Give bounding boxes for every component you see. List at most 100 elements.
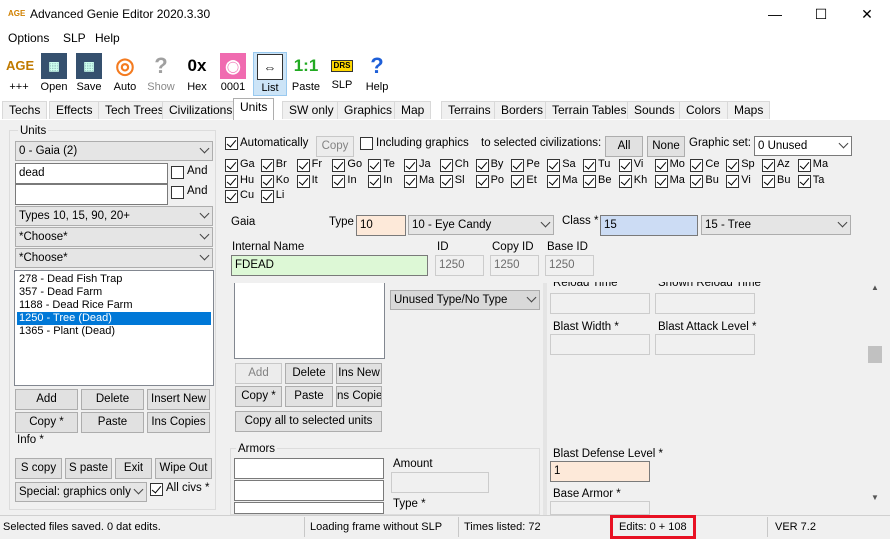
toolbar-0001-button[interactable]: ◉ 0001 — [216, 52, 250, 96]
civ-checkbox[interactable] — [618, 159, 632, 172]
civ-checkbox[interactable] — [726, 159, 740, 172]
mid-paste-button[interactable]: Paste — [285, 386, 333, 407]
blast-defense-level-field[interactable]: 1 — [550, 461, 650, 482]
list-item[interactable]: 1365 - Plant (Dead) — [17, 325, 115, 338]
tab-sw-only[interactable]: SW only — [282, 101, 341, 119]
civ-checkbox[interactable] — [332, 159, 346, 172]
tab-terrain-tables[interactable]: Terrain Tables — [545, 101, 634, 119]
civ-checkbox[interactable] — [654, 174, 668, 188]
tab-techs[interactable]: Techs — [2, 101, 48, 119]
tab-maps[interactable]: Maps — [727, 101, 771, 119]
menu-options[interactable]: Options — [8, 31, 49, 45]
unused-type-select[interactable]: Unused Type/No Type — [390, 290, 540, 310]
all-button[interactable]: All — [605, 136, 643, 157]
tab-effects[interactable]: Effects — [49, 101, 100, 119]
civ-copy-button[interactable]: Copy — [316, 136, 354, 157]
close-button[interactable]: ✕ — [844, 0, 890, 28]
list-item[interactable]: 357 - Dead Farm — [17, 286, 102, 299]
civ-checkbox[interactable] — [583, 174, 596, 188]
units-list[interactable]: 278 - Dead Fish Trap 357 - Dead Farm 118… — [14, 270, 214, 386]
civ-checkbox[interactable] — [547, 159, 561, 172]
ins-copies-button[interactable]: Ins Copies — [147, 412, 210, 433]
civ-checkbox[interactable] — [225, 159, 238, 172]
menu-help[interactable]: Help — [95, 31, 120, 45]
including-graphics-checkbox[interactable] — [360, 137, 373, 150]
scroll-up-icon[interactable]: ▲ — [868, 283, 882, 297]
civ-checkbox[interactable] — [260, 190, 274, 203]
civ-checkbox[interactable] — [368, 174, 382, 188]
list-item[interactable]: 1188 - Dead Rice Farm — [17, 299, 133, 312]
civ-checkbox[interactable] — [762, 159, 775, 172]
s-paste-button[interactable]: S paste — [65, 458, 112, 479]
search-input[interactable]: dead — [15, 163, 168, 184]
automatically-checkbox[interactable] — [225, 137, 238, 150]
mid-delete-button[interactable]: Delete — [285, 363, 333, 384]
list-item[interactable]: 278 - Dead Fish Trap — [17, 273, 122, 286]
paste-button[interactable]: Paste — [81, 412, 144, 433]
armor-list-2[interactable] — [234, 480, 384, 501]
scroll-thumb[interactable] — [868, 346, 882, 363]
civ-checkbox[interactable] — [404, 174, 417, 188]
tab-terrains[interactable]: Terrains — [441, 101, 498, 119]
mid-ins-copies-button[interactable]: ns Copie — [336, 386, 382, 407]
list-item-selected[interactable]: 1250 - Tree (Dead) — [17, 312, 211, 325]
reload-time-field[interactable] — [550, 293, 650, 314]
none-button[interactable]: None — [647, 136, 685, 157]
civ-checkbox[interactable] — [225, 174, 238, 188]
exit-button[interactable]: Exit — [115, 458, 152, 479]
scroll-down-icon[interactable]: ▼ — [868, 493, 882, 507]
civ-checkbox[interactable] — [511, 159, 525, 172]
shown-reload-time-field[interactable] — [655, 293, 755, 314]
civ-select[interactable]: 0 - Gaia (2) — [15, 141, 213, 161]
amount-field[interactable] — [391, 472, 489, 493]
toolbar-slp-button[interactable]: DRS SLP — [325, 52, 359, 96]
toolbar-help-button[interactable]: ? Help — [360, 52, 394, 96]
and-checkbox-1[interactable] — [171, 166, 184, 179]
graphics-list[interactable] — [234, 283, 385, 359]
civ-checkbox[interactable] — [296, 159, 310, 172]
civ-checkbox[interactable] — [368, 159, 382, 172]
class-field[interactable]: 15 — [600, 215, 698, 236]
search-input-2[interactable] — [15, 184, 168, 205]
choose-select-1[interactable]: *Choose* — [15, 227, 213, 247]
tab-sounds[interactable]: Sounds — [627, 101, 682, 119]
wipe-out-button[interactable]: Wipe Out — [155, 458, 212, 479]
tab-map[interactable]: Map — [394, 101, 432, 119]
civ-checkbox[interactable] — [583, 159, 596, 172]
civ-checkbox[interactable] — [726, 174, 740, 188]
civ-checkbox[interactable] — [618, 174, 632, 188]
tab-units[interactable]: Units — [233, 98, 275, 120]
civ-checkbox[interactable] — [690, 159, 704, 172]
type-select[interactable]: 10 - Eye Candy — [408, 215, 554, 235]
toolbar-save-button[interactable]: ▦ Save — [72, 52, 106, 96]
civ-checkbox[interactable] — [439, 174, 453, 188]
toolbar-open-button[interactable]: ▦ Open — [37, 52, 71, 96]
tab-civilizations[interactable]: Civilizations — [162, 101, 240, 119]
armor-list-1[interactable] — [234, 458, 384, 479]
toolbar-show-button[interactable]: ? Show — [144, 52, 178, 96]
toolbar-paste-button[interactable]: 1:1 Paste — [289, 52, 323, 96]
maximize-button[interactable]: ☐ — [798, 0, 844, 28]
civ-checkbox[interactable] — [439, 159, 453, 172]
internal-name-field[interactable]: FDEAD — [231, 255, 428, 276]
civ-checkbox[interactable] — [547, 174, 561, 188]
civ-checkbox[interactable] — [511, 174, 525, 188]
civ-checkbox[interactable] — [654, 159, 668, 172]
graphic-set-select[interactable]: 0 Unused — [754, 136, 852, 156]
menu-slp[interactable]: SLP — [63, 31, 86, 45]
civ-checkbox[interactable] — [404, 159, 417, 172]
tab-borders[interactable]: Borders — [494, 101, 551, 119]
copy-button[interactable]: Copy * — [15, 412, 78, 433]
civ-checkbox[interactable] — [797, 159, 811, 172]
special-select[interactable]: Special: graphics only — [15, 482, 147, 502]
civ-checkbox[interactable] — [690, 174, 704, 188]
insert-new-button[interactable]: Insert New — [147, 389, 210, 410]
choose-select-2[interactable]: *Choose* — [15, 248, 213, 268]
civ-checkbox[interactable] — [797, 174, 811, 188]
civ-checkbox[interactable] — [332, 174, 346, 188]
tab-graphics[interactable]: Graphics — [337, 101, 400, 119]
add-button[interactable]: Add — [15, 389, 78, 410]
toolbar-list-button[interactable]: ⇔ List — [253, 52, 287, 96]
mid-ins-new-button[interactable]: Ins New — [336, 363, 382, 384]
base-armor-field[interactable] — [550, 501, 650, 515]
